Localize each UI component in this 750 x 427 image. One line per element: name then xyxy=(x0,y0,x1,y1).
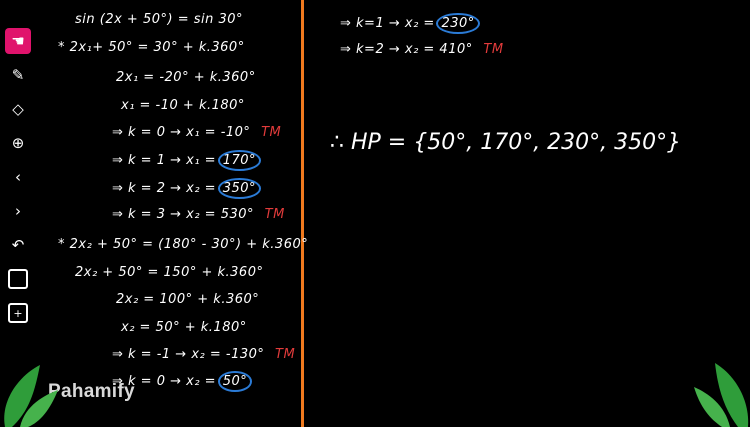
equation-line-13: ⇒ k = -1 → x₂ = -130° TM xyxy=(112,347,295,362)
equation-line-12: x₂ = 50° + k.180° xyxy=(121,320,247,335)
circled-solution: 50° xyxy=(217,371,252,392)
drawing-toolbar: ☚ ✎ ◇ ⊕ ‹ › ↶ + xyxy=(0,28,36,334)
prev-icon[interactable]: ‹ xyxy=(5,164,31,190)
k-neg1-case: ⇒ k = -1 → x₂ = -130° xyxy=(112,347,265,362)
right-line-2: ⇒ k=2 → x₂ = 410° TM xyxy=(340,42,504,57)
pen-icon[interactable]: ✎ xyxy=(5,62,31,88)
equation-line-4: x₁ = -10 + k.180° xyxy=(121,98,245,113)
equation-line-6: ⇒ k = 1 → x₁ = 170° xyxy=(112,150,262,171)
circled-solution: 350° xyxy=(217,178,262,199)
eraser-icon[interactable]: ◇ xyxy=(5,96,31,122)
equation-line-2: * 2x₁+ 50° = 30° + k.360° xyxy=(58,40,245,55)
equation-line-3: 2x₁ = -20° + k.360° xyxy=(116,70,256,85)
tm-mark: TM xyxy=(264,207,285,222)
k1-case-right: ⇒ k=1 → x₂ = xyxy=(340,16,435,31)
hand-icon[interactable]: ☚ xyxy=(5,28,31,54)
k2-case: ⇒ k = 2 → x₂ = xyxy=(112,181,217,196)
pahamify-logo: Pahamify xyxy=(48,381,135,402)
circled-solution: 170° xyxy=(217,150,262,171)
tm-mark: TM xyxy=(483,42,504,57)
circled-solution: 230° xyxy=(436,13,481,34)
equation-line-9: * 2x₂ + 50° = (180° - 30°) + k.360° xyxy=(58,237,309,252)
k3-case: ⇒ k = 3 → x₂ = 530° xyxy=(112,207,255,222)
square-icon[interactable] xyxy=(5,266,31,292)
undo-icon[interactable]: ↶ xyxy=(5,232,31,258)
leaf-decoration-left xyxy=(4,365,58,427)
equation-line-11: 2x₂ = 100° + k.360° xyxy=(116,292,260,307)
equation-line-7: ⇒ k = 2 → x₂ = 350° xyxy=(112,178,262,199)
k1-case: ⇒ k = 1 → x₁ = xyxy=(112,153,217,168)
equation-line-10: 2x₂ + 50° = 150° + k.360° xyxy=(75,265,264,280)
tm-mark: TM xyxy=(275,347,296,362)
column-divider xyxy=(301,0,304,427)
k0-case: ⇒ k = 0 → x₁ = -10° xyxy=(112,125,251,140)
solution-set: ∴ HP = {50°, 170°, 230°, 350°} xyxy=(330,130,682,155)
equation-line-1: sin (2x + 50°) = sin 30° xyxy=(75,12,244,27)
equation-line-8: ⇒ k = 3 → x₂ = 530° TM xyxy=(112,207,285,222)
right-line-1: ⇒ k=1 → x₂ = 230° xyxy=(340,13,481,34)
equation-line-5: ⇒ k = 0 → x₁ = -10° TM xyxy=(112,125,281,140)
next-icon[interactable]: › xyxy=(5,198,31,224)
crosshair-icon[interactable]: ⊕ xyxy=(5,130,31,156)
k2-case-right: ⇒ k=2 → x₂ = 410° xyxy=(340,42,473,57)
leaf-decoration-right xyxy=(694,363,749,427)
tm-mark: TM xyxy=(261,125,282,140)
zoom-in-icon[interactable]: + xyxy=(5,300,31,326)
